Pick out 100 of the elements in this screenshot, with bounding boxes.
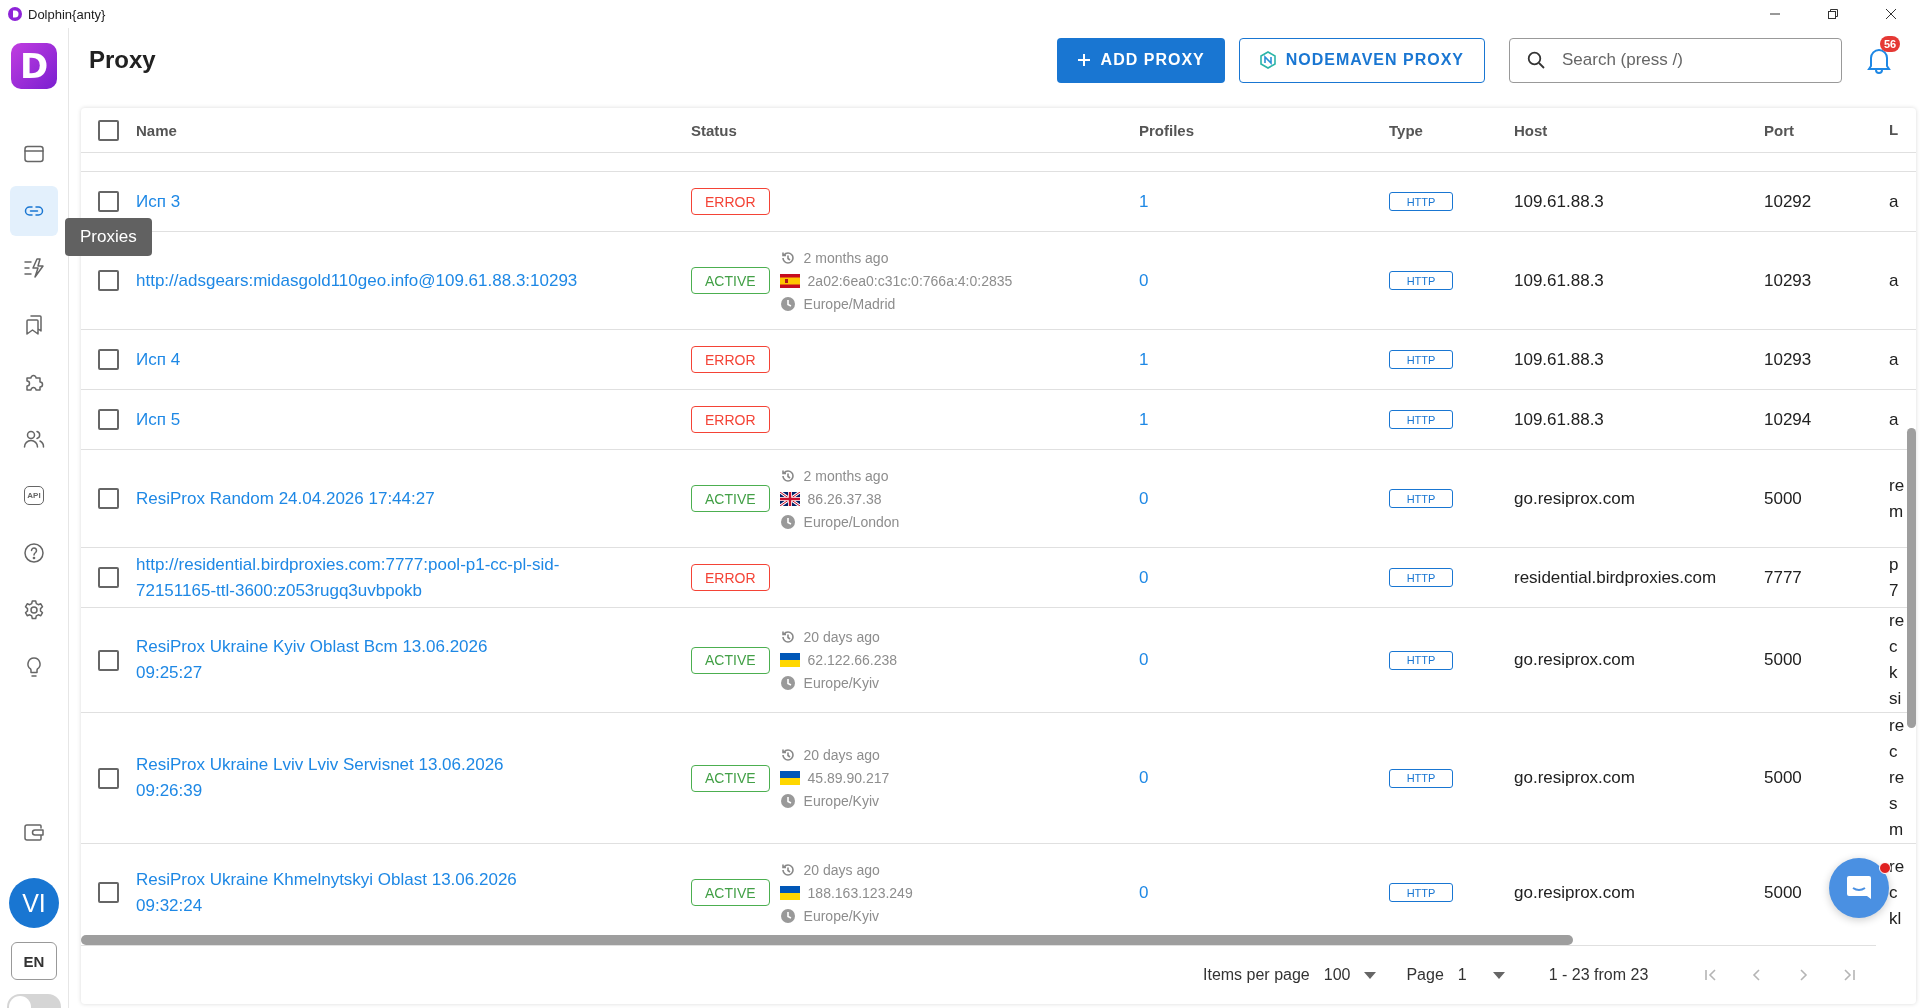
hexagon-logo-icon [1259,51,1276,69]
proxy-name-link[interactable]: Исп 4 [136,346,681,373]
proxy-type-badge: HTTP [1389,489,1453,508]
tooltip: Proxies [65,218,152,256]
notifications-bell-icon[interactable] [1866,46,1892,74]
port-text: 10293 [1764,270,1812,290]
checkbox[interactable] [98,119,119,141]
table-cell-text: a [1889,190,1900,213]
profiles-count-link[interactable]: 0 [1139,768,1149,787]
ip-address: 86.26.37.38 [807,490,882,507]
unread-dot [1879,862,1891,874]
proxy-name-link[interactable]: ResiProx Random 24.04.2026 17:44:27 [136,485,681,512]
profiles-count-link[interactable]: 1 [1139,191,1149,211]
checkbox[interactable] [98,409,119,430]
checkbox[interactable] [98,882,119,903]
dropdown-caret-icon [1364,971,1377,979]
ip-address: 45.89.90.217 [807,770,890,786]
table-cell-text: 7 [1889,579,1900,602]
timezone-text: Europe/Madrid [803,295,896,312]
status-badge: ACTIVE [691,879,770,906]
page-title: Proxy [89,46,157,74]
app-logo[interactable]: D [11,43,57,89]
host-text: go.resiprox.com [1514,882,1635,902]
last-check-text: 20 days ago [803,861,880,878]
proxy-name-link[interactable]: Исп 3 [136,188,681,215]
checkbox[interactable] [98,349,119,370]
last-check-text: 2 months ago [803,467,889,484]
proxy-name-link[interactable]: http://adsgears:midasgold110geo.info@109.61.88.3:10293 [136,267,681,294]
close-icon [1885,8,1897,20]
last-check-text: 20 days ago [803,747,880,763]
column-header[interactable]: Name [126,121,681,139]
profiles-count-link[interactable]: 0 [1139,650,1149,669]
clock-icon [779,295,796,312]
clock-icon [779,513,796,530]
table-cell-text: re [1889,474,1906,497]
plus-icon [1076,53,1091,67]
language-button[interactable]: EN [11,942,57,980]
table-cell-text: m [1889,819,1905,841]
table-cell-text: si [1889,688,1903,710]
column-header[interactable]: L [1881,117,1916,143]
add-proxy-button[interactable]: ADD PROXY [1056,37,1225,83]
host-text: go.resiprox.com [1514,488,1635,508]
nodemaven-proxy-button[interactable]: NODEMAVEN PROXY [1238,37,1485,83]
proxy-name-link[interactable]: ResiProx Ukraine Kyiv Oblast Всm 13.06.2026 09:25:27 [136,634,681,686]
lightning-icon [22,255,46,280]
ip-address: 188.163.123.249 [807,884,913,901]
column-header[interactable]: Port [1756,121,1881,139]
proxy-name-link[interactable]: Исп 5 [136,406,681,433]
host-text: 109.61.88.3 [1514,270,1604,290]
checkbox[interactable] [98,270,119,291]
table-cell-text: c [1889,881,1899,904]
column-header[interactable]: Host [1506,121,1756,139]
status-badge: ACTIVE [691,646,770,674]
items-per-page-select[interactable]: 100 [1309,966,1377,984]
page-select[interactable]: 1 [1443,966,1505,984]
checkbox[interactable] [98,767,119,789]
chat-button[interactable] [1829,858,1889,918]
horizontal-scrollbar[interactable] [81,935,1573,945]
settings-icon [22,597,46,622]
host-text: residential.birdproxies.com [1514,567,1717,587]
port-text: 5000 [1764,882,1802,902]
profiles-count-link[interactable]: 1 [1139,349,1149,369]
table-cell-text: c [1889,741,1899,763]
status-badge: ERROR [691,406,770,433]
proxy-name-link[interactable]: http://residential.birdproxies.com:7777:pool-p1-cc-pl-sid- 72151165-ttl-3600:z053rugq3uvbpokb [136,551,681,604]
profiles-count-link[interactable]: 0 [1139,882,1149,902]
checkbox[interactable] [98,649,119,671]
proxy-name-link[interactable]: ResiProx Ukraine Khmelnytskyi Oblast 13.06.2026 09:32:24 [136,866,681,919]
table-cell-text: a [1889,408,1900,431]
flag-icon [779,771,800,785]
timezone-text: Europe/London [803,513,900,530]
table-cell-text: a [1889,269,1900,292]
profiles-count-link[interactable]: 0 [1139,488,1149,508]
host-text: go.resiprox.com [1514,768,1635,787]
proxy-name-link[interactable]: ResiProx Ukraine Lviv Lviv Servisnet 13.06.2026 09:26:39 [136,752,681,804]
window-title: Dolphin{anty} [28,6,106,22]
profiles-count-link[interactable]: 0 [1139,567,1149,587]
history-icon [779,861,796,878]
history-icon [779,747,796,763]
table-cell-text: s [1889,793,1899,815]
dropdown-caret-icon [1492,971,1505,979]
status-badge: ACTIVE [691,764,770,792]
column-header[interactable]: Status [681,121,1131,139]
sidebar-button[interactable]: API [10,470,58,521]
sidebar-button[interactable] [10,185,58,236]
table-cell-text: a [1889,348,1900,371]
checkbox[interactable] [98,567,119,588]
user-avatar[interactable]: VI [9,878,59,928]
vertical-scrollbar[interactable] [1907,428,1916,728]
flag-icon [779,491,800,506]
profiles-count-link[interactable]: 1 [1139,409,1149,429]
port-text: 5000 [1764,488,1802,508]
column-header[interactable]: Profiles [1131,121,1381,139]
checkbox[interactable] [98,488,119,509]
search-field[interactable]: Search (press /) [1509,37,1842,83]
port-text: 5000 [1764,768,1802,787]
port-text: 10292 [1764,191,1812,211]
checkbox[interactable] [98,191,119,212]
profiles-count-link[interactable]: 0 [1139,270,1149,290]
column-header[interactable]: Type [1381,121,1506,139]
